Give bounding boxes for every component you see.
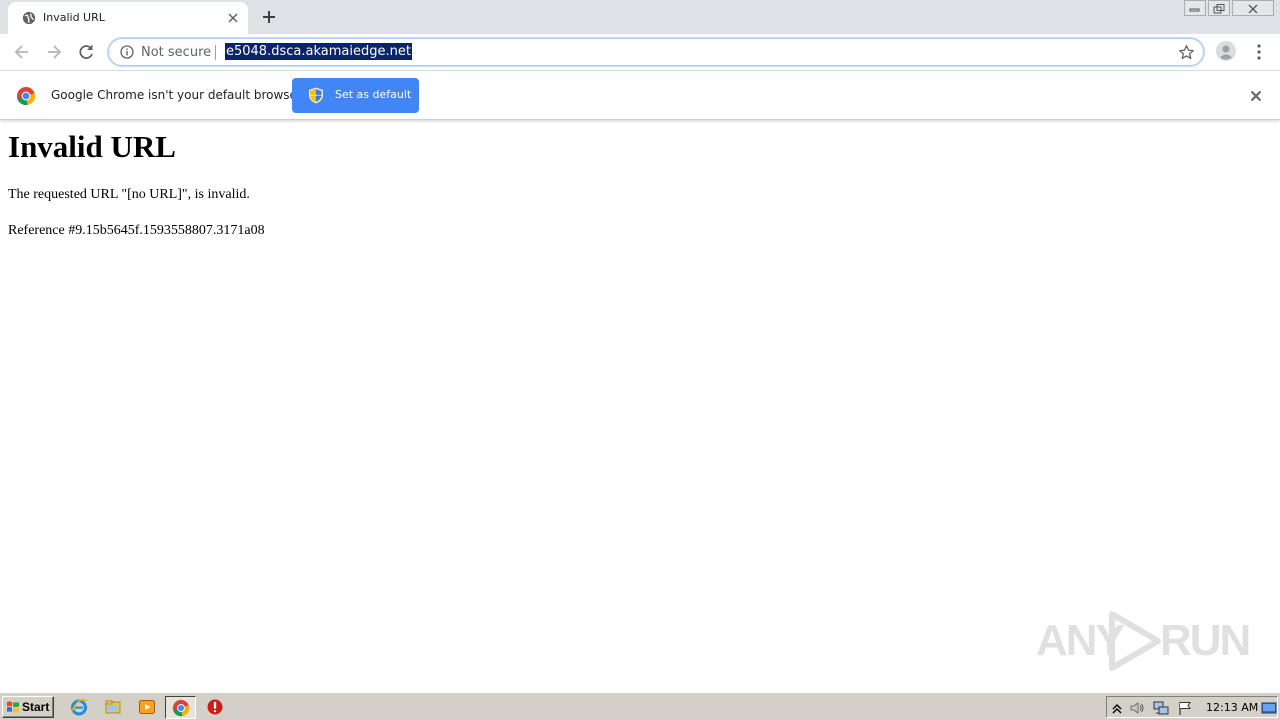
taskbar: Start 12:13 AM <box>0 692 1280 720</box>
page-heading: Invalid URL <box>8 129 176 164</box>
folder-icon[interactable] <box>104 698 122 716</box>
tab-strip: Invalid URL <box>0 0 1280 34</box>
back-button[interactable] <box>12 42 32 62</box>
reload-button[interactable] <box>76 42 96 62</box>
flag-icon[interactable] <box>1177 700 1193 716</box>
close-icon <box>1248 4 1258 14</box>
avatar-icon[interactable] <box>1216 41 1236 61</box>
restore-button[interactable] <box>1208 0 1230 16</box>
shield-icon <box>309 87 323 104</box>
internet-explorer-icon[interactable] <box>70 698 88 716</box>
plus-icon[interactable] <box>260 8 278 26</box>
chrome-icon <box>172 699 190 717</box>
browser-tab[interactable]: Invalid URL <box>8 2 248 34</box>
kebab-menu-icon[interactable] <box>1250 42 1268 62</box>
watermark-right-text: RUN <box>1160 616 1251 665</box>
chrome-taskbar-button[interactable] <box>165 696 196 719</box>
set-as-default-button[interactable]: Set as default <box>292 78 419 113</box>
chrome-logo-icon <box>17 87 36 106</box>
window-close-button[interactable] <box>1232 0 1274 16</box>
omnibox-divider <box>215 45 216 60</box>
infobar-message: Google Chrome isn't your default browser <box>51 88 302 102</box>
desktop-icon[interactable] <box>1261 700 1277 716</box>
tab-title: Invalid URL <box>43 11 105 24</box>
address-bar[interactable]: Not secure e5048.dsca.akamaiedge.net <box>108 38 1204 66</box>
volume-icon[interactable] <box>1129 700 1145 716</box>
play-logo-icon <box>1109 611 1161 671</box>
system-tray: 12:13 AM <box>1106 696 1278 718</box>
forward-button[interactable] <box>44 42 64 62</box>
windows-flag-icon <box>7 701 19 713</box>
stop-icon[interactable] <box>206 698 224 716</box>
infobar-close-icon[interactable] <box>1248 88 1264 104</box>
security-label[interactable]: Not secure <box>141 45 211 60</box>
tab-close-icon[interactable] <box>226 11 240 25</box>
minimize-icon <box>1189 8 1200 12</box>
clock[interactable]: 12:13 AM <box>1206 701 1258 714</box>
minimize-button[interactable] <box>1184 0 1206 16</box>
error-message: The requested URL "[no URL]", is invalid… <box>8 187 250 202</box>
url-text[interactable]: e5048.dsca.akamaiedge.net <box>225 43 412 60</box>
show-hidden-icon[interactable] <box>1109 700 1125 716</box>
globe-icon <box>22 11 36 25</box>
default-browser-infobar: Google Chrome isn't your default browser… <box>0 72 1280 120</box>
set-as-default-label: Set as default <box>335 88 412 101</box>
network-icon[interactable] <box>1153 700 1169 716</box>
start-button[interactable]: Start <box>2 696 54 718</box>
media-player-icon[interactable] <box>138 698 156 716</box>
anyrun-watermark: ANY RUN <box>1036 610 1251 672</box>
info-icon[interactable] <box>120 45 134 59</box>
browser-toolbar: Not secure e5048.dsca.akamaiedge.net <box>0 34 1280 71</box>
star-icon[interactable] <box>1178 44 1195 61</box>
start-label: Start <box>22 700 50 714</box>
reference-id: Reference #9.15b5645f.1593558807.3171a08 <box>8 223 265 238</box>
page-content: Invalid URL The requested URL "[no URL]"… <box>8 128 1268 240</box>
restore-icon <box>1213 4 1225 14</box>
